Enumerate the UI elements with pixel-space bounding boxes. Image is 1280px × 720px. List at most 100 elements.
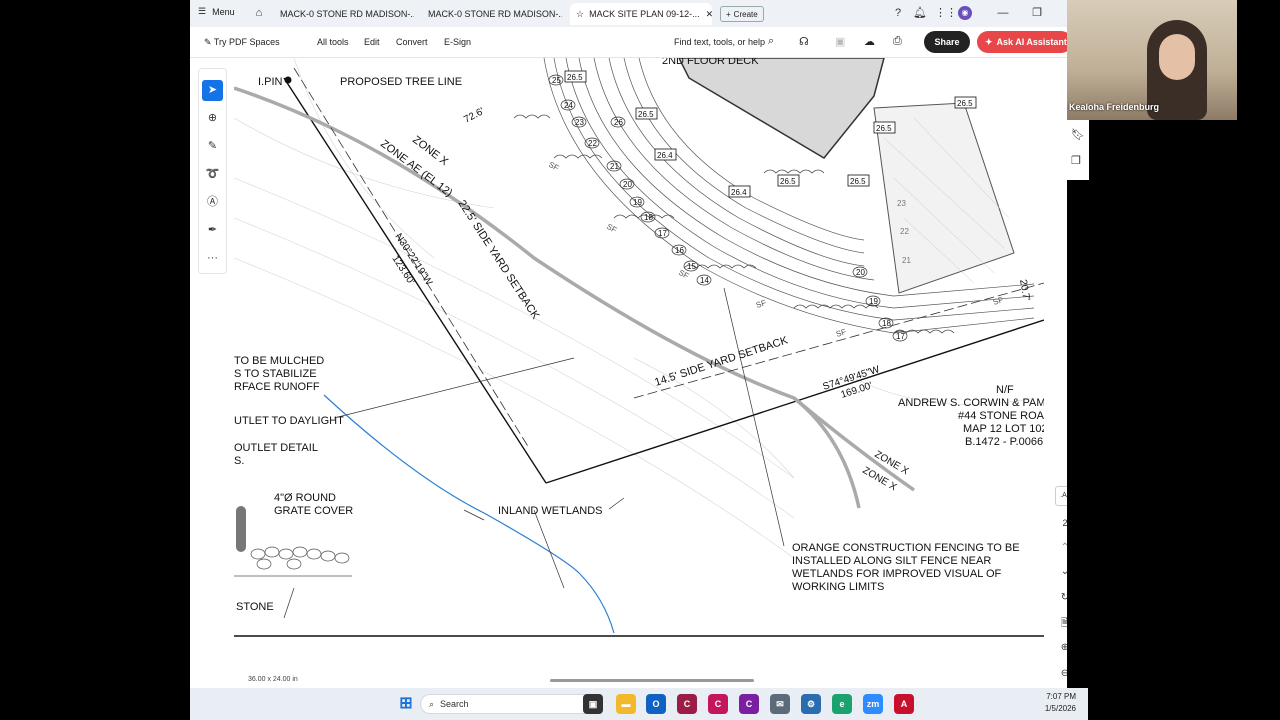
upload-cloud-icon[interactable]: ☁: [864, 35, 875, 48]
star-icon: ☆: [576, 8, 585, 19]
contour-label: 21: [610, 162, 619, 171]
convert-menu[interactable]: Convert: [396, 37, 428, 47]
page-down-icon[interactable]: ⌄: [1055, 566, 1067, 577]
esign-menu[interactable]: E-Sign: [444, 37, 471, 47]
page-number: 2: [1062, 518, 1067, 528]
gear-app-icon[interactable]: ⚙: [801, 694, 821, 714]
deck-label: 2ND FLOOR DECK: [662, 58, 759, 67]
horizontal-scrollbar[interactable]: [550, 679, 754, 682]
inbox-icon[interactable]: ✉: [770, 694, 790, 714]
contour-label: 18: [644, 213, 653, 222]
clock[interactable]: 7:07 PM 1/5/2026: [1026, 692, 1076, 713]
highlight-pen-icon[interactable]: ✎: [202, 136, 223, 157]
minimize-icon[interactable]: —: [996, 6, 1010, 20]
select-cursor-icon[interactable]: ➤: [202, 80, 223, 101]
contour-label: 15: [687, 262, 696, 271]
spot-elevation: 26.5: [876, 124, 892, 133]
profile-avatar[interactable]: ◉: [958, 6, 972, 20]
apps-grid-icon[interactable]: ⋮⋮: [935, 6, 957, 20]
refresh-icon[interactable]: ↻: [1055, 592, 1067, 603]
find-text-field[interactable]: Find text, tools, or help: [674, 37, 765, 47]
help-icon[interactable]: ?: [891, 6, 905, 20]
acrobat-window: ☰ Menu ⌂ MACK-0 STONE RD MADISON-... MAC…: [190, 0, 1067, 688]
menu-button[interactable]: ☰ Menu: [198, 6, 235, 17]
close-tab-icon[interactable]: ✕: [706, 9, 712, 20]
inland-wetlands-label: INLAND WETLANDS: [498, 505, 603, 517]
text-box-icon[interactable]: Ⓐ: [202, 192, 223, 213]
grate-cover-symbol: [236, 506, 246, 552]
ask-ai-assistant-button[interactable]: ✦ Ask AI Assistant: [977, 31, 1067, 53]
document-icon[interactable]: 🗎︎: [1055, 616, 1067, 633]
sign-pen-icon[interactable]: ✒: [202, 220, 223, 241]
copy-pages-icon[interactable]: ❐: [1071, 154, 1081, 167]
outlook-icon[interactable]: O: [646, 694, 666, 714]
sf-label: SF: [547, 160, 560, 173]
search-icon[interactable]: ⌕: [768, 35, 774, 48]
contour-label: 19: [633, 198, 642, 207]
zoom-icon[interactable]: zm: [863, 694, 883, 714]
try-pdf-spaces-button[interactable]: ✎ Try PDF Spaces: [204, 37, 280, 48]
grate-note-2: GRATE COVER: [274, 505, 353, 517]
more-tools-icon[interactable]: ···: [202, 248, 223, 269]
save-icon[interactable]: ▣: [835, 35, 845, 48]
contour-label: 25: [552, 76, 561, 85]
tab-2[interactable]: MACK-0 STONE RD MADISON-...: [422, 3, 562, 25]
restore-icon[interactable]: ❐: [1030, 6, 1044, 20]
bookmark-icon[interactable]: 🔖︎: [1071, 128, 1085, 141]
spot-elevation: 26.4: [731, 188, 747, 197]
all-tools-menu[interactable]: All tools: [317, 37, 349, 47]
share-button[interactable]: Share: [924, 31, 970, 53]
contour-label: 16: [675, 246, 684, 255]
file-explorer-icon[interactable]: ▬: [616, 694, 636, 714]
task-view-icon[interactable]: ▣: [583, 694, 603, 714]
site-plan-svg: I.PIN PROPOSED TREE LINE 2ND FLOOR DECK …: [234, 58, 1044, 637]
address-label: #44 STONE ROA: [958, 410, 1044, 422]
stone-label: STONE: [236, 601, 274, 613]
bell-icon[interactable]: 🔔︎: [913, 6, 927, 20]
contour-label: 17: [896, 332, 905, 341]
sf-label: SF: [755, 298, 768, 310]
zoom-out-icon[interactable]: ⊖: [1055, 668, 1067, 679]
app-c-icon-2[interactable]: C: [708, 694, 728, 714]
fence-note-1: ORANGE CONSTRUCTION FENCING TO BE: [792, 542, 1020, 554]
video-tile[interactable]: Kealoha Freidenburg: [1067, 0, 1237, 120]
outlet-note-2: OUTLET DETAIL: [234, 442, 318, 454]
participant-face: [1159, 34, 1195, 80]
spot-elevation: 26.5: [638, 110, 654, 119]
spaces-icon: ✎: [204, 37, 212, 47]
home-icon[interactable]: ⌂: [252, 6, 266, 20]
acrobat-toolbar: ✎ Try PDF Spaces All tools Edit Convert …: [190, 27, 1067, 58]
app-c-icon-1[interactable]: C: [677, 694, 697, 714]
ipin-label: I.PIN: [258, 76, 283, 88]
app-c-icon-3[interactable]: C: [739, 694, 759, 714]
left-tool-palette: ➤ ⊕ ✎ ➰ Ⓐ ✒ ···: [198, 68, 227, 274]
contour-label: 14: [700, 276, 709, 285]
windows-start-icon[interactable]: ⊞: [396, 694, 416, 714]
sf-label: SF: [605, 222, 618, 235]
print-icon[interactable]: ⎙: [893, 35, 902, 48]
spot-elevation: 26.5: [850, 177, 866, 186]
page-up-icon[interactable]: ⌃: [1055, 542, 1067, 553]
mulch-note-3: RFACE RUNOFF: [234, 381, 320, 393]
ai-chat-icon: ✦: [985, 36, 993, 47]
taskbar-search[interactable]: ⌕ Search: [420, 694, 596, 714]
page-label-box[interactable]: .AN: [1055, 486, 1067, 506]
inner-grade-label: 22: [900, 227, 909, 236]
spot-elevation: 26.5: [957, 99, 973, 108]
edge-icon[interactable]: e: [832, 694, 852, 714]
zoom-tool-icon[interactable]: ⊕: [202, 108, 223, 129]
edit-menu[interactable]: Edit: [364, 37, 380, 47]
acrobat-icon[interactable]: A: [894, 694, 914, 714]
owner-label: ANDREW S. CORWIN & PAM: [898, 397, 1044, 409]
lasso-draw-icon[interactable]: ➰: [202, 164, 223, 185]
spot-elevation: 26.5: [567, 73, 583, 82]
tab-1[interactable]: MACK-0 STONE RD MADISON-...: [274, 3, 414, 25]
tab-3-active[interactable]: ☆ MACK SITE PLAN 09-12-... ✕: [570, 3, 712, 25]
dimension-20-label: 20.7': [1017, 279, 1032, 302]
zoom-in-icon[interactable]: ⊕: [1055, 642, 1067, 653]
search-icon: ⌕: [429, 698, 435, 709]
site-plan-drawing[interactable]: I.PIN PROPOSED TREE LINE 2ND FLOOR DECK …: [234, 58, 1044, 668]
create-button[interactable]: + Create: [720, 6, 764, 22]
headphones-icon[interactable]: ☊: [799, 35, 809, 48]
spot-elevation: 26.4: [657, 151, 673, 160]
